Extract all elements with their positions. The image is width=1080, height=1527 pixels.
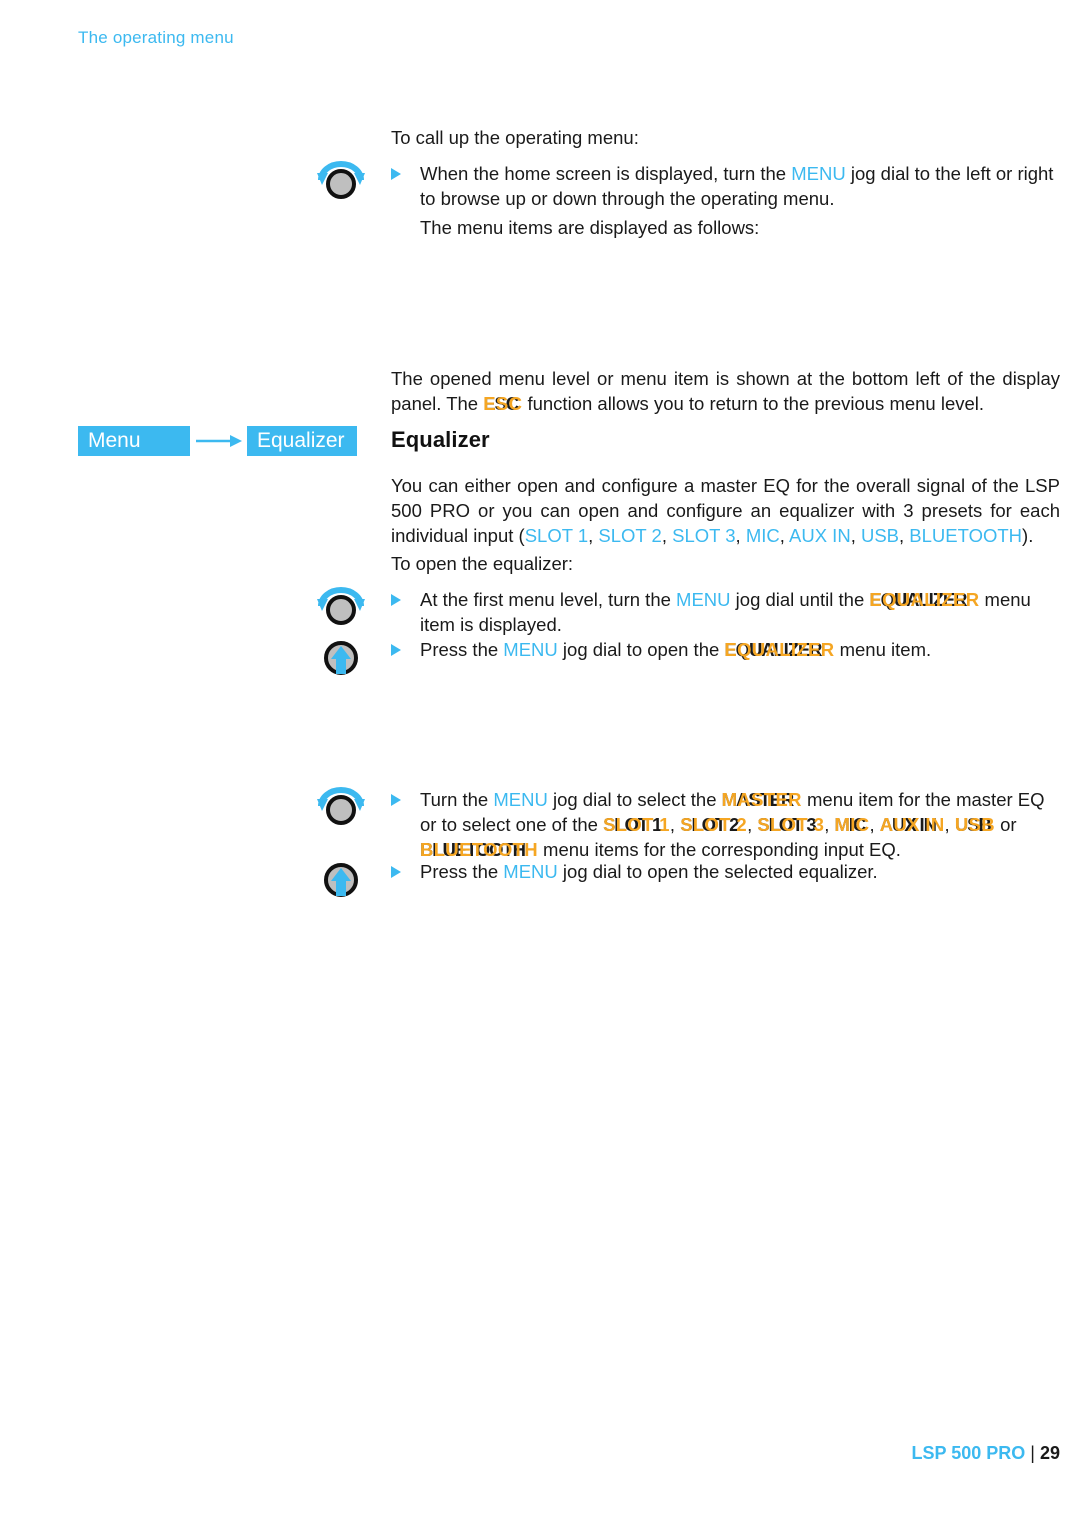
- intro-bullet-1-follow: The menu items are displayed as follows:: [420, 217, 760, 238]
- input-usb: USB: [860, 525, 900, 546]
- jog-dial-turn-icon: [313, 160, 369, 204]
- open-step-2-text-b: jog dial to open the: [557, 639, 725, 660]
- select-step-2: Press the MENU jog dial to open the sele…: [391, 859, 1060, 884]
- equalizer-term: EQUALIZEREQUALIZEREQUALIZER: [869, 589, 980, 610]
- menu-keyword: MENU: [503, 861, 558, 882]
- bullet-triangle-icon: [391, 594, 401, 606]
- jog-dial-press-icon: [313, 858, 369, 902]
- open-step-2: Press the MENU jog dial to open the EQUA…: [391, 637, 1060, 662]
- select-step-1: Turn the MENU jog dial to select the MAS…: [391, 787, 1060, 862]
- bullet-triangle-icon: [391, 644, 401, 656]
- arrow-right-icon: [196, 434, 242, 448]
- note-paragraph: The opened menu level or menu item is sh…: [391, 366, 1060, 416]
- section-body: You can either open and configure a mast…: [391, 475, 1060, 546]
- open-step-1-text-b: jog dial until the: [730, 589, 870, 610]
- input-slot-2: SLOT 2: [598, 525, 662, 546]
- input-aux-in: AUX IN: [789, 525, 851, 546]
- open-step-2-text-a: Press the: [420, 639, 504, 660]
- running-head: The operating menu: [78, 28, 234, 47]
- intro-bullet-1: When the home screen is displayed, turn …: [391, 161, 1060, 240]
- bullet-triangle-icon: [391, 794, 401, 806]
- esc-term: ESCESCESC: [483, 393, 523, 414]
- input-mic: MIC: [745, 525, 780, 546]
- intro-lead: To call up the operating menu:: [391, 127, 639, 148]
- section-heading: Equalizer: [391, 427, 490, 452]
- note-text-b: function allows you to return to the pre…: [522, 393, 985, 414]
- menu-keyword: MENU: [791, 163, 846, 184]
- term-slot-3: SLOT 3SLOT 3SLOT 3: [757, 814, 825, 835]
- breadcrumb-step-equalizer[interactable]: Equalizer: [247, 426, 357, 456]
- term-mic: MICMICMIC: [834, 814, 870, 835]
- intro-block: To call up the operating menu:: [391, 125, 1060, 150]
- term-slot-2: SLOT 2SLOT 2SLOT 2: [680, 814, 748, 835]
- open-step-1-text-a: At the first menu level, turn the: [420, 589, 677, 610]
- input-bluetooth: BLUETOOTH: [909, 525, 1023, 546]
- section-body-text-b: ).: [1022, 525, 1034, 546]
- breadcrumb-step-menu[interactable]: Menu: [78, 426, 190, 456]
- select-step-2-text-a: Press the: [420, 861, 504, 882]
- footer-document-title: LSP 500 PRO: [911, 1443, 1026, 1463]
- master-term: MASTERMASTERMASTER: [721, 789, 802, 810]
- select-step-1-text-d: menu items for the corresponding input E…: [537, 839, 901, 860]
- menu-keyword: MENU: [503, 639, 558, 660]
- page-footer: LSP 500 PRO | 29: [912, 1443, 1060, 1464]
- jog-dial-press-icon: [313, 636, 369, 680]
- menu-keyword: MENU: [676, 589, 731, 610]
- input-slot-3: SLOT 3: [672, 525, 736, 546]
- input-slot-1: SLOT 1: [524, 525, 589, 546]
- select-step-1-text-a: Turn the: [420, 789, 494, 810]
- open-equalizer-lead: To open the equalizer:: [391, 553, 574, 574]
- select-step-1-or: or: [994, 814, 1017, 835]
- menu-keyword: MENU: [493, 789, 548, 810]
- jog-dial-turn-icon: [313, 586, 369, 630]
- open-step-1: At the first menu level, turn the MENU j…: [391, 587, 1060, 637]
- term-aux-in: AUX INAUX INAUX IN: [879, 814, 945, 835]
- select-step-2-text-b: jog dial to open the selected equalizer.: [557, 861, 878, 882]
- intro-bullet-1-text-a: When the home screen is displayed, turn …: [420, 163, 792, 184]
- equalizer-term: EQUALIZEREQUALIZEREQUALIZER: [724, 639, 835, 660]
- footer-page-number: 29: [1039, 1443, 1060, 1463]
- select-step-1-text-b: jog dial to select the: [547, 789, 722, 810]
- footer-separator: |: [1030, 1443, 1035, 1463]
- bullet-triangle-icon: [391, 866, 401, 878]
- term-usb: USBUSBUSB: [954, 814, 995, 835]
- open-step-2-text-c: menu item.: [834, 639, 932, 660]
- term-slot-1: SLOT 1SLOT 1SLOT 1: [603, 814, 670, 835]
- jog-dial-turn-icon: [313, 786, 369, 830]
- bullet-triangle-icon: [391, 168, 401, 180]
